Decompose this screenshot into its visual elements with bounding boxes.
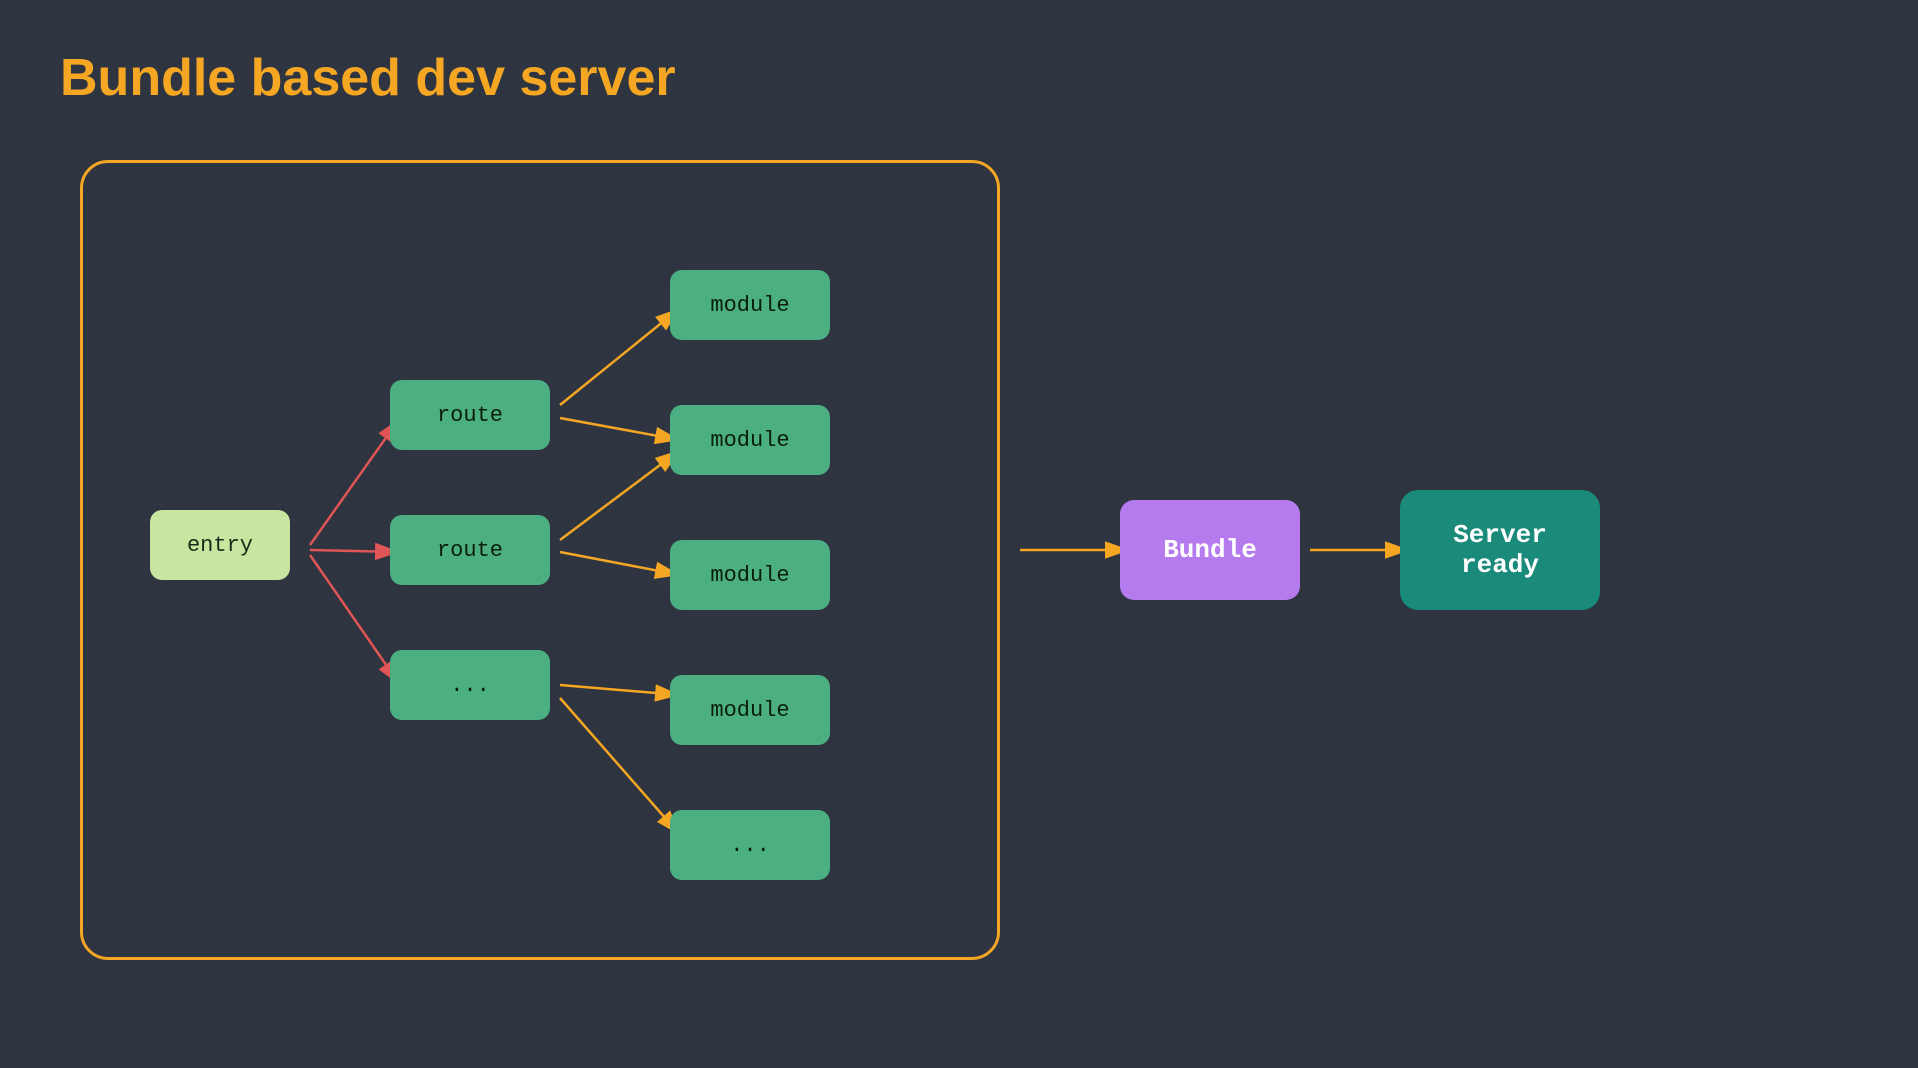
module1-node: module [670, 270, 830, 340]
route2-node: route [390, 515, 550, 585]
module4-node: module [670, 675, 830, 745]
module2-node: module [670, 405, 830, 475]
route3-node: ... [390, 650, 550, 720]
route1-node: route [390, 380, 550, 450]
entry-node: entry [150, 510, 290, 580]
module5-node: ... [670, 810, 830, 880]
module3-node: module [670, 540, 830, 610]
page-title: Bundle based dev server [60, 48, 676, 108]
diagram-area: entry route route ... module module modu… [60, 140, 1860, 1020]
bundle-node: Bundle [1120, 500, 1300, 600]
server-ready-node: Serverready [1400, 490, 1600, 610]
